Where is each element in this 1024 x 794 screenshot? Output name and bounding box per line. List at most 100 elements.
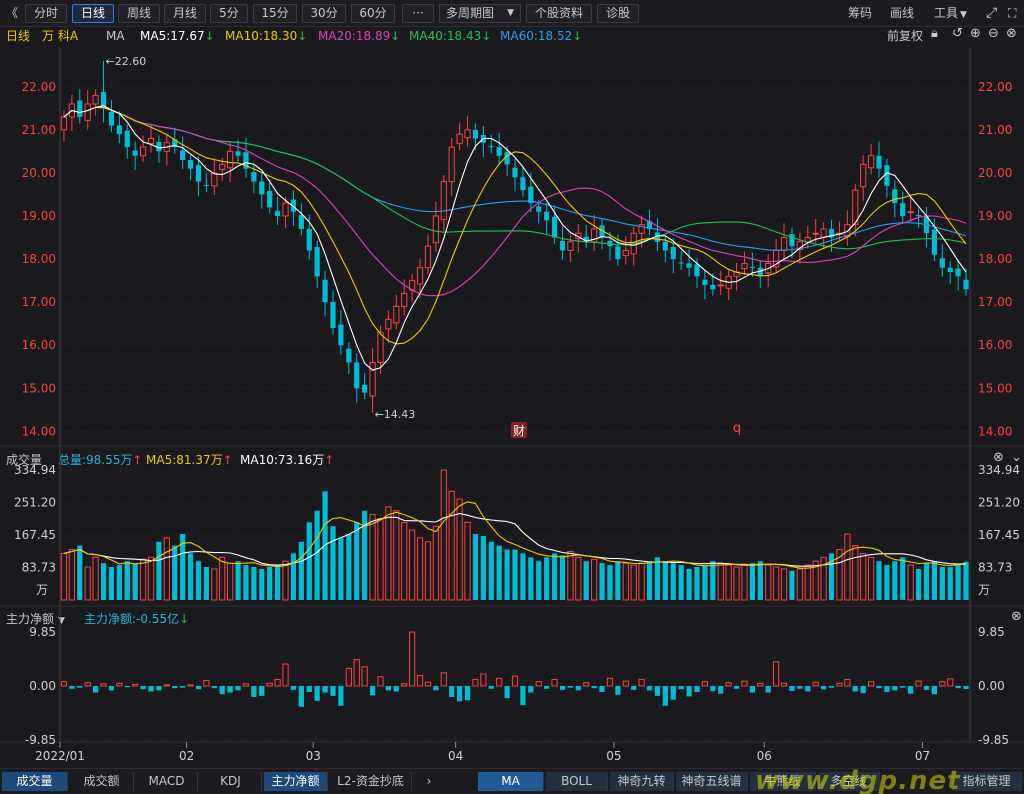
tab-main-flow[interactable]: 主力净额 — [264, 772, 328, 791]
flow-bar — [867, 681, 875, 687]
fin-label: 财 — [513, 424, 525, 438]
price-tick-label: 14.00 — [978, 424, 1012, 438]
tab-volume[interactable]: 成交量 — [2, 772, 68, 791]
volume-bar — [947, 567, 953, 600]
flow-bar — [338, 686, 344, 706]
volume-bar — [480, 535, 486, 600]
candle-body — [274, 210, 281, 216]
volume-bar — [551, 553, 558, 600]
tab-magic-nine[interactable]: 神奇九转 — [610, 772, 674, 791]
volume-bar — [615, 561, 621, 600]
flow-bar — [511, 675, 519, 687]
flow-bar — [60, 681, 68, 687]
chart-canvas[interactable]: 22.00 22.00 21.00 21.00 20.00 20.00 19.00 19.00… — [0, 0, 1024, 768]
price-tick-label: 18.00 — [22, 252, 56, 266]
volume-bar — [900, 557, 906, 600]
volume-bar — [314, 510, 320, 600]
flow-bar — [449, 686, 455, 697]
volume-bar — [92, 556, 99, 601]
flow-bar — [480, 673, 487, 687]
volume-bar — [733, 566, 740, 601]
candle-body — [789, 234, 795, 247]
volume-bar — [472, 534, 479, 600]
flow-bar — [638, 678, 645, 687]
tab-magic-five[interactable]: 神奇五线谱 — [676, 772, 748, 791]
flow-bar — [393, 686, 399, 692]
flow-bar — [235, 686, 241, 691]
volume-bar — [591, 558, 598, 601]
tab-boll[interactable]: BOLL — [546, 772, 608, 791]
volume-bar — [132, 563, 138, 600]
date-tick-label: 07 — [915, 749, 930, 763]
candle-body — [780, 237, 788, 251]
volume-bar — [424, 541, 432, 601]
date-tick-label: 03 — [306, 749, 321, 763]
flow-bar — [528, 686, 534, 693]
volume-bar — [867, 556, 875, 601]
volume-bar — [717, 562, 724, 601]
flow-tick-label: -9.85 — [978, 733, 1009, 747]
flow-bar — [496, 677, 503, 687]
flow-bar — [353, 659, 360, 687]
flow-bar — [203, 680, 210, 687]
volume-bar — [892, 561, 898, 600]
volume-bar — [393, 510, 400, 601]
watermark: www.dgp.net — [755, 766, 961, 794]
volume-bar — [638, 562, 645, 601]
candle-body — [686, 263, 692, 268]
candle-body — [84, 103, 91, 121]
volume-bar — [852, 545, 859, 601]
flow-bar — [520, 686, 526, 706]
candle-body — [536, 206, 542, 212]
volume-bar — [630, 564, 637, 601]
candle-body — [694, 264, 700, 277]
flow-bar — [694, 686, 700, 693]
volume-bar — [876, 561, 882, 600]
candle-body — [227, 150, 234, 169]
price-tick-label: 16.00 — [978, 338, 1012, 352]
volume-bar — [915, 568, 922, 600]
candle-body — [907, 211, 914, 214]
flow-tick-label: 9.85 — [978, 625, 1005, 639]
candle-body — [124, 130, 130, 148]
tab-macd[interactable]: MACD — [136, 772, 198, 791]
candle-body — [884, 165, 890, 186]
price-tick-label: 21.00 — [978, 123, 1012, 137]
price-tick-label: 15.00 — [978, 381, 1012, 395]
price-tick-label: 20.00 — [22, 166, 56, 180]
indicator-manage-button[interactable]: 指标管理 — [952, 772, 1022, 791]
flow-bar — [314, 686, 320, 701]
volume-bar — [274, 565, 281, 600]
volume-bar — [116, 565, 122, 600]
tab-ma[interactable]: MA — [478, 772, 544, 791]
volume-bar — [330, 526, 336, 600]
tab-turnover[interactable]: 成交额 — [70, 772, 134, 791]
chevron-right-icon[interactable]: › — [418, 772, 440, 791]
volume-bar — [884, 565, 890, 600]
tab-kdj[interactable]: KDJ — [200, 772, 262, 791]
volume-bar — [860, 552, 867, 601]
volume-tick-label: 83.73 — [22, 561, 56, 575]
flow-bar — [591, 686, 597, 689]
candle-body — [440, 181, 447, 220]
flow-bar — [741, 680, 748, 687]
volume-bar — [662, 561, 668, 600]
date-tick-label: 04 — [448, 749, 463, 763]
candle-body — [377, 331, 384, 363]
candle-body — [559, 240, 566, 251]
volume-bar — [844, 533, 851, 601]
candle-body — [464, 129, 471, 139]
flow-bar — [725, 682, 732, 687]
flow-bar — [544, 686, 550, 689]
flow-bar — [132, 683, 139, 687]
tab-l2-bottom[interactable]: L2-资金抄底 — [330, 772, 412, 791]
volume-bar — [60, 552, 68, 601]
volume-bar — [646, 561, 653, 600]
volume-bar — [536, 561, 542, 600]
candle-body — [876, 155, 882, 169]
flow-bar — [583, 682, 590, 687]
flow-bar — [77, 686, 83, 688]
flow-bar — [812, 681, 819, 687]
volume-bar — [77, 545, 83, 600]
price-tick-label: 17.00 — [22, 295, 56, 309]
